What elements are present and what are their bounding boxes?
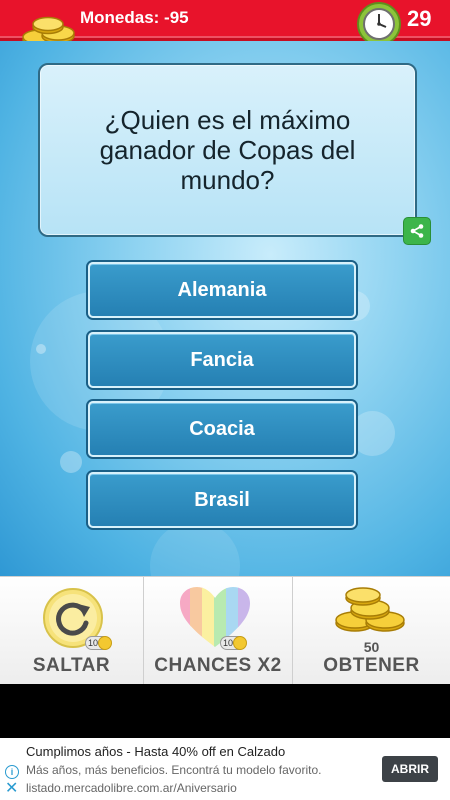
coin-pile-icon	[335, 587, 405, 632]
ad-open-button[interactable]: ABRIR	[382, 756, 438, 782]
ad-title[interactable]: Cumplimos años - Hasta 40% off en Calzad…	[26, 744, 285, 759]
background-bokeh	[350, 411, 395, 456]
share-icon	[410, 224, 424, 238]
spacer-strip	[0, 684, 450, 738]
obtain-amount: 50	[363, 639, 380, 655]
answer-button-2[interactable]: Fancia	[88, 332, 356, 388]
answer-button-4[interactable]: Brasil	[88, 472, 356, 528]
skip-button[interactable]: 10 SALTAR	[0, 577, 144, 685]
info-icon[interactable]: i	[5, 765, 19, 779]
skip-cost: 10	[87, 638, 98, 648]
double-chance-button[interactable]: 10 CHANCES X2	[144, 577, 293, 685]
skip-cost-badge: 10	[85, 636, 112, 650]
answer-button-1[interactable]: Alemania	[88, 262, 356, 318]
background-bokeh	[36, 344, 46, 354]
background-bokeh	[60, 451, 82, 473]
ad-url[interactable]: listado.mercadolibre.com.ar/Aniversario	[26, 781, 237, 795]
top-bar: Monedas: -95 29	[0, 0, 450, 48]
ad-banner[interactable]: Cumplimos años - Hasta 40% off en Calzad…	[0, 738, 450, 800]
powerup-bar: 10 SALTAR 10 CHANCES X2 50 OBTENER	[0, 576, 450, 685]
obtain-label: OBTENER	[323, 655, 420, 676]
coin-icon	[233, 636, 247, 650]
coin-icon	[98, 636, 112, 650]
coins-counter: Monedas: -95	[80, 8, 189, 27]
close-icon[interactable]: ✕	[5, 781, 18, 797]
chances-cost: 10	[222, 638, 233, 648]
answer-button-3[interactable]: Coacia	[88, 401, 356, 457]
skip-label: SALTAR	[32, 655, 111, 676]
game-area: ¿Quien es el máximo ganador de Copas del…	[0, 41, 450, 576]
chances-cost-badge: 10	[220, 636, 247, 650]
question-text: ¿Quien es el máximo ganador de Copas del…	[99, 105, 356, 195]
ad-body: Más años, más beneficios. Encontrá tu mo…	[26, 763, 322, 777]
background-bokeh	[150, 521, 240, 576]
timer-value: 29	[407, 6, 432, 31]
obtain-coins-button[interactable]: 50 OBTENER	[293, 577, 450, 685]
clock-icon	[357, 2, 401, 46]
chances-label: CHANCES X2	[154, 655, 282, 676]
question-card: ¿Quien es el máximo ganador de Copas del…	[38, 63, 417, 237]
share-button[interactable]	[403, 217, 431, 245]
